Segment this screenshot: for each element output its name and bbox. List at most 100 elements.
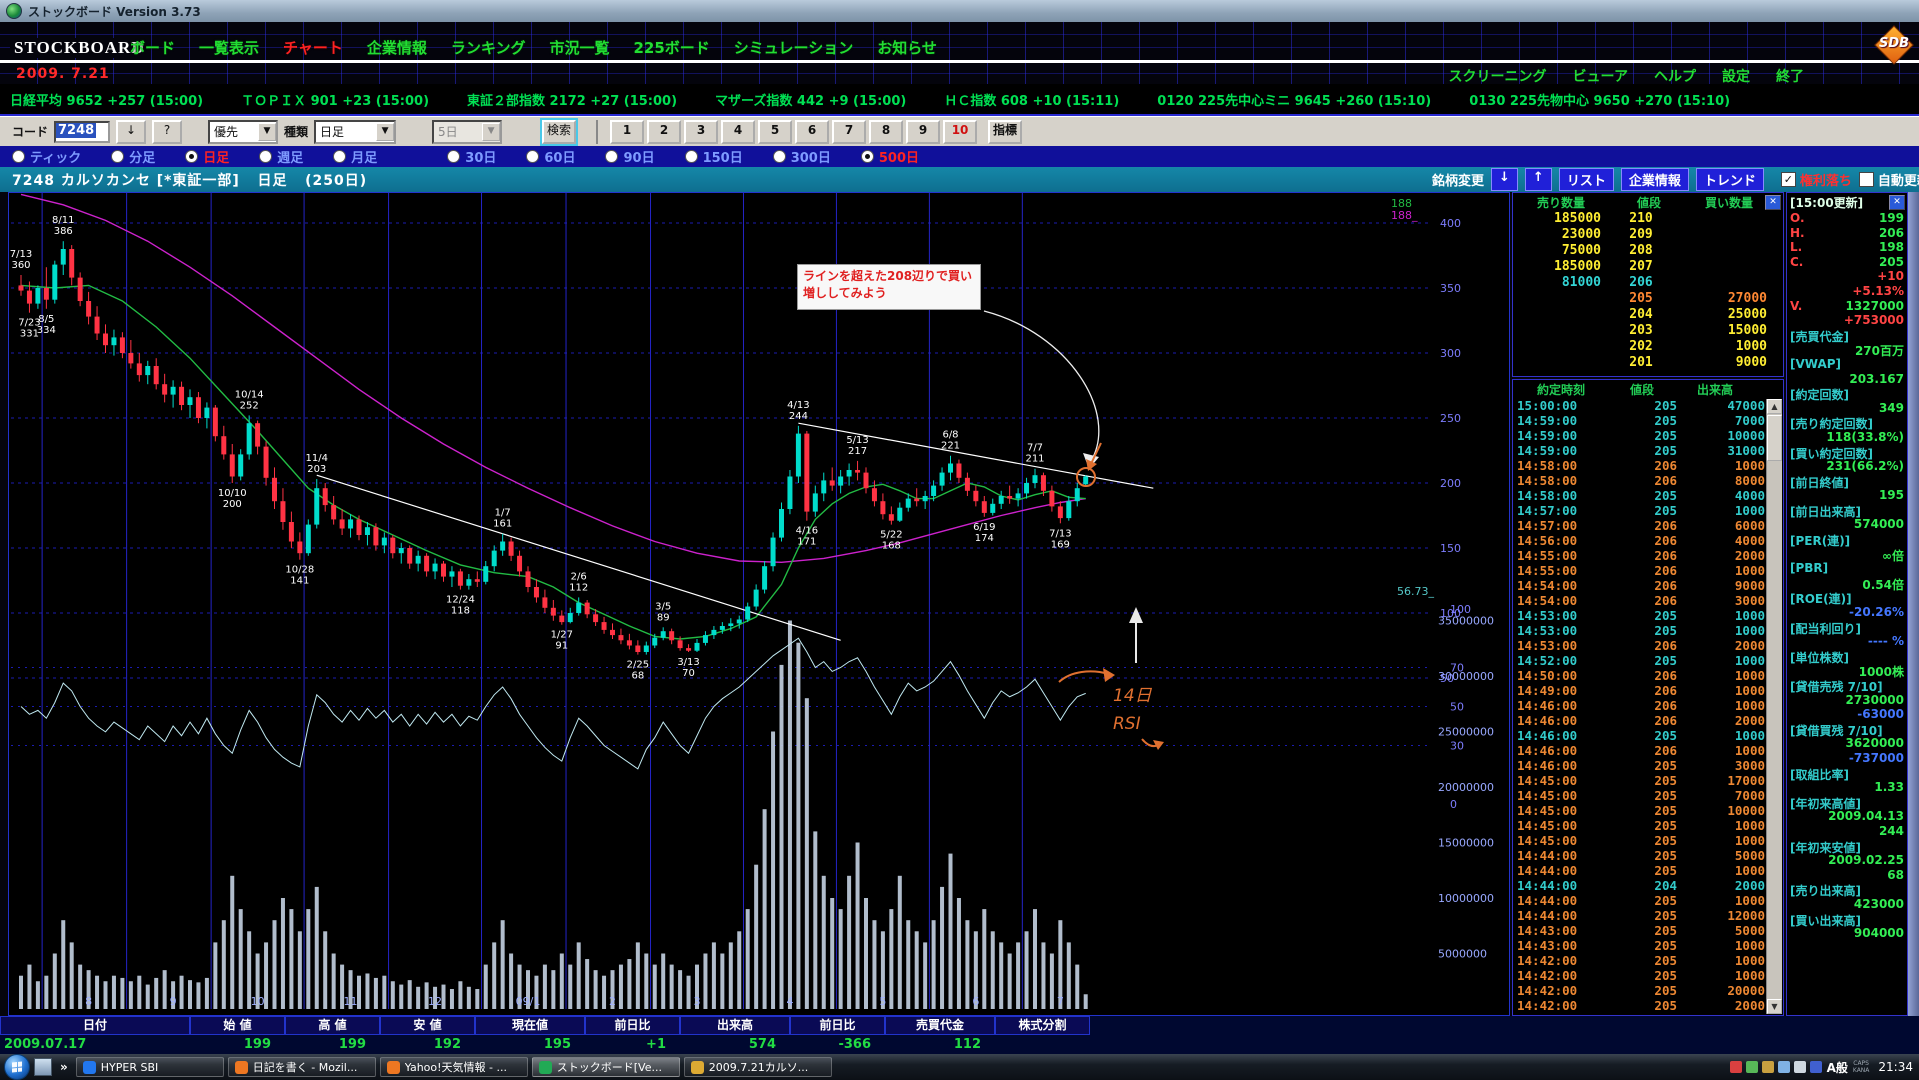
info-button[interactable]: ↓ — [1491, 168, 1518, 191]
taskbar-task[interactable]: 2009.7.21カルソ... — [684, 1057, 832, 1077]
table-row[interactable]: 75000208 — [1513, 243, 1783, 259]
radio-icon[interactable] — [12, 150, 25, 163]
code-input[interactable]: 7248 — [54, 121, 110, 143]
type-select[interactable]: 日足▼ — [314, 120, 396, 144]
indicator-button[interactable]: 指標 — [988, 120, 1022, 144]
table-row[interactable]: 14:59:0020531000 — [1513, 443, 1783, 458]
priority-select[interactable]: 優先▼ — [208, 120, 278, 144]
radio-icon[interactable] — [526, 150, 539, 163]
radio-icon[interactable] — [111, 150, 124, 163]
radio-icon[interactable] — [185, 150, 198, 163]
table-row[interactable]: 20425000 — [1513, 307, 1783, 323]
page-button-7[interactable]: 7 — [832, 120, 866, 144]
menu-item[interactable]: 市況一覧 — [549, 37, 609, 58]
taskbar-task[interactable]: 日記を書く - Mozil... — [228, 1057, 376, 1077]
taskbar-task[interactable]: Yahoo!天気情報 - ... — [380, 1057, 528, 1077]
table-row[interactable]: 14:46:002061000 — [1513, 743, 1783, 758]
page-button-3[interactable]: 3 — [684, 120, 718, 144]
info-button[interactable]: リスト — [1559, 168, 1614, 191]
radio-icon[interactable] — [685, 150, 698, 163]
window-edge-scroll-strip[interactable] — [1908, 192, 1919, 1016]
table-row[interactable]: 14:55:002062000 — [1513, 548, 1783, 563]
radio-icon[interactable] — [259, 150, 272, 163]
start-button[interactable] — [4, 1054, 30, 1080]
table-row[interactable]: 14:44:002051000 — [1513, 863, 1783, 878]
scrollbar[interactable]: ▲ ▼ — [1766, 399, 1782, 1014]
table-row[interactable]: 14:55:002061000 — [1513, 563, 1783, 578]
radio-icon[interactable] — [333, 150, 346, 163]
table-row[interactable]: 14:58:002068000 — [1513, 473, 1783, 488]
table-row[interactable]: 81000206 — [1513, 275, 1783, 291]
updater-icon[interactable] — [1746, 1061, 1758, 1073]
page-button-2[interactable]: 2 — [647, 120, 681, 144]
table-row[interactable]: 14:53:002051000 — [1513, 608, 1783, 623]
page-button-4[interactable]: 4 — [721, 120, 755, 144]
table-row[interactable]: 20315000 — [1513, 323, 1783, 339]
menu-item[interactable]: ボード — [130, 37, 175, 58]
menu-item[interactable]: スクリーニング — [1449, 66, 1547, 86]
table-row[interactable]: 14:58:002054000 — [1513, 488, 1783, 503]
scroll-up-icon[interactable]: ▲ — [1767, 399, 1782, 414]
radio-分足[interactable]: 分足 — [111, 147, 155, 166]
scrollbar-thumb[interactable] — [1767, 415, 1782, 461]
table-row[interactable]: 23000209 — [1513, 227, 1783, 243]
table-row[interactable]: 14:46:002061000 — [1513, 698, 1783, 713]
table-row[interactable]: 14:43:002051000 — [1513, 938, 1783, 953]
info-button[interactable]: ↑ — [1525, 168, 1552, 191]
table-row[interactable]: 14:54:002063000 — [1513, 593, 1783, 608]
security-icon[interactable] — [1730, 1061, 1742, 1073]
chevron-down-icon[interactable]: ▼ — [258, 123, 276, 141]
menu-item[interactable]: 一覧表示 — [199, 37, 259, 58]
table-row[interactable]: 14:46:002062000 — [1513, 713, 1783, 728]
code-spin-down-button[interactable]: ↓ — [116, 120, 146, 144]
radio-300日[interactable]: 300日 — [773, 147, 831, 166]
table-row[interactable]: 185000207 — [1513, 259, 1783, 275]
radio-30日[interactable]: 30日 — [447, 147, 496, 166]
page-button-1[interactable]: 1 — [610, 120, 644, 144]
table-row[interactable]: 14:53:002051000 — [1513, 623, 1783, 638]
page-button-9[interactable]: 9 — [906, 120, 940, 144]
menu-item[interactable]: 225ボード — [633, 37, 709, 58]
help-button[interactable]: ? — [152, 120, 182, 144]
table-row[interactable]: 185000210 — [1513, 211, 1783, 227]
close-icon[interactable]: ✕ — [1765, 195, 1781, 210]
checkbox[interactable] — [1859, 172, 1874, 187]
table-row[interactable]: 14:59:0020510000 — [1513, 428, 1783, 443]
table-row[interactable]: 14:42:0020520000 — [1513, 983, 1783, 998]
taskbar-task[interactable]: ストックボード[Ve... — [532, 1057, 680, 1077]
radio-icon[interactable] — [773, 150, 786, 163]
radio-90日[interactable]: 90日 — [605, 147, 654, 166]
table-row[interactable]: 14:46:002051000 — [1513, 728, 1783, 743]
radio-週足[interactable]: 週足 — [259, 147, 303, 166]
menu-item[interactable]: ランキング — [451, 37, 526, 58]
info-button[interactable]: トレンド — [1696, 168, 1764, 191]
table-row[interactable]: 15:00:0020547000 — [1513, 398, 1783, 413]
menu-item[interactable]: チャート — [283, 37, 343, 58]
ime-indicator[interactable]: A般 — [1827, 1059, 1848, 1076]
table-row[interactable]: 14:44:002055000 — [1513, 848, 1783, 863]
table-row[interactable]: 2019000 — [1513, 355, 1783, 371]
radio-60日[interactable]: 60日 — [526, 147, 575, 166]
table-row[interactable]: 14:43:002055000 — [1513, 923, 1783, 938]
radio-150日[interactable]: 150日 — [685, 147, 743, 166]
radio-icon[interactable] — [861, 150, 874, 163]
scroll-down-icon[interactable]: ▼ — [1767, 999, 1782, 1014]
chevron-down-icon[interactable]: ▼ — [376, 123, 394, 141]
table-row[interactable]: 2021000 — [1513, 339, 1783, 355]
table-row[interactable]: 14:54:002069000 — [1513, 578, 1783, 593]
table-row[interactable]: 14:50:002061000 — [1513, 668, 1783, 683]
close-icon[interactable]: ✕ — [1889, 195, 1905, 210]
table-row[interactable]: 14:53:002062000 — [1513, 638, 1783, 653]
radio-icon[interactable] — [447, 150, 460, 163]
menu-item[interactable]: 企業情報 — [367, 37, 427, 58]
radio-icon[interactable] — [605, 150, 618, 163]
display-icon[interactable] — [1762, 1061, 1774, 1073]
table-row[interactable]: 14:45:0020510000 — [1513, 803, 1783, 818]
taskbar-overflow-chevron[interactable]: » — [56, 1060, 72, 1074]
table-row[interactable]: 14:45:002051000 — [1513, 818, 1783, 833]
radio-500日[interactable]: 500日 — [861, 147, 919, 166]
volume-icon[interactable] — [1794, 1061, 1806, 1073]
table-row[interactable]: 14:46:002053000 — [1513, 758, 1783, 773]
table-row[interactable]: 14:57:002066000 — [1513, 518, 1783, 533]
taskbar-task[interactable]: HYPER SBI — [76, 1057, 224, 1077]
